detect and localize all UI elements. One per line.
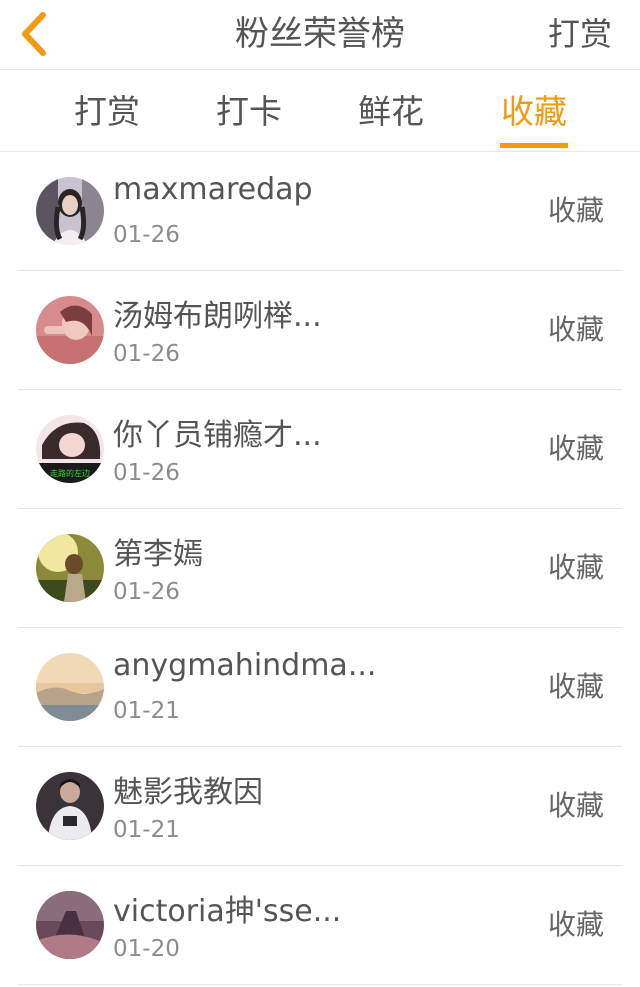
fan-list: maxmaredap 01-26 收藏 汤姆布朗咧榉... 01-26 收藏 走…	[0, 152, 640, 985]
tab-reward[interactable]: 打赏	[73, 70, 141, 152]
user-name: victoria抻'sse...	[113, 894, 342, 929]
list-item[interactable]: anygmahindma... 01-21 收藏	[18, 628, 622, 747]
tab-label: 打卡	[216, 92, 282, 131]
avatar	[36, 891, 104, 959]
page-title: 粉丝荣誉榜	[235, 14, 405, 54]
user-name: 魅影我教因	[113, 775, 263, 810]
avatar	[36, 177, 104, 245]
date-label: 01-26	[113, 341, 180, 367]
list-item[interactable]: 魅影我教因 01-21 收藏	[18, 747, 622, 866]
avatar	[36, 534, 104, 602]
tab-checkin[interactable]: 打卡	[215, 70, 283, 152]
date-label: 01-26	[113, 222, 180, 248]
avatar	[36, 296, 104, 364]
list-item[interactable]: maxmaredap 01-26 收藏	[18, 152, 622, 271]
list-item[interactable]: victoria抻'sse... 01-20 收藏	[18, 866, 622, 985]
back-button[interactable]	[12, 8, 56, 60]
list-item[interactable]: 汤姆布朗咧榉... 01-26 收藏	[18, 271, 622, 390]
date-label: 01-21	[113, 817, 180, 843]
avatar	[36, 772, 104, 840]
date-label: 01-21	[113, 698, 180, 724]
chevron-left-icon	[22, 12, 46, 56]
active-tab-indicator	[500, 143, 568, 148]
user-name: 你丫员铺瘾才...	[113, 418, 322, 453]
action-label: 收藏	[547, 313, 604, 346]
action-label: 收藏	[547, 551, 604, 584]
user-name: anygmahindma...	[113, 648, 377, 683]
list-item[interactable]: 第李嫣 01-26 收藏	[18, 509, 622, 628]
user-name: 汤姆布朗咧榉...	[113, 299, 322, 334]
date-label: 01-26	[113, 460, 180, 486]
tab-label: 打赏	[74, 92, 140, 131]
tab-label: 鲜花	[358, 92, 424, 131]
user-name: maxmaredap	[113, 172, 313, 207]
action-label: 收藏	[547, 670, 604, 703]
action-label: 收藏	[547, 908, 604, 941]
avatar	[36, 653, 104, 721]
reward-button[interactable]: 打赏	[548, 0, 612, 68]
top-nav-bar: 粉丝荣誉榜 打赏	[0, 0, 640, 70]
tab-flowers[interactable]: 鲜花	[357, 70, 425, 152]
list-item[interactable]: 走路的左边 你丫员铺瘾才... 01-26 收藏	[18, 390, 622, 509]
avatar-text: 走路的左边	[50, 468, 90, 478]
date-label: 01-26	[113, 579, 180, 605]
action-label: 收藏	[547, 194, 604, 227]
action-label: 收藏	[547, 789, 604, 822]
tab-bar: 打赏 打卡 鲜花 收藏	[0, 70, 640, 152]
date-label: 01-20	[113, 936, 180, 962]
user-name: 第李嫣	[113, 537, 203, 572]
tab-favorites[interactable]: 收藏	[500, 70, 568, 152]
avatar: 走路的左边	[36, 415, 104, 483]
tab-label: 收藏	[501, 92, 567, 131]
action-label: 收藏	[547, 432, 604, 465]
